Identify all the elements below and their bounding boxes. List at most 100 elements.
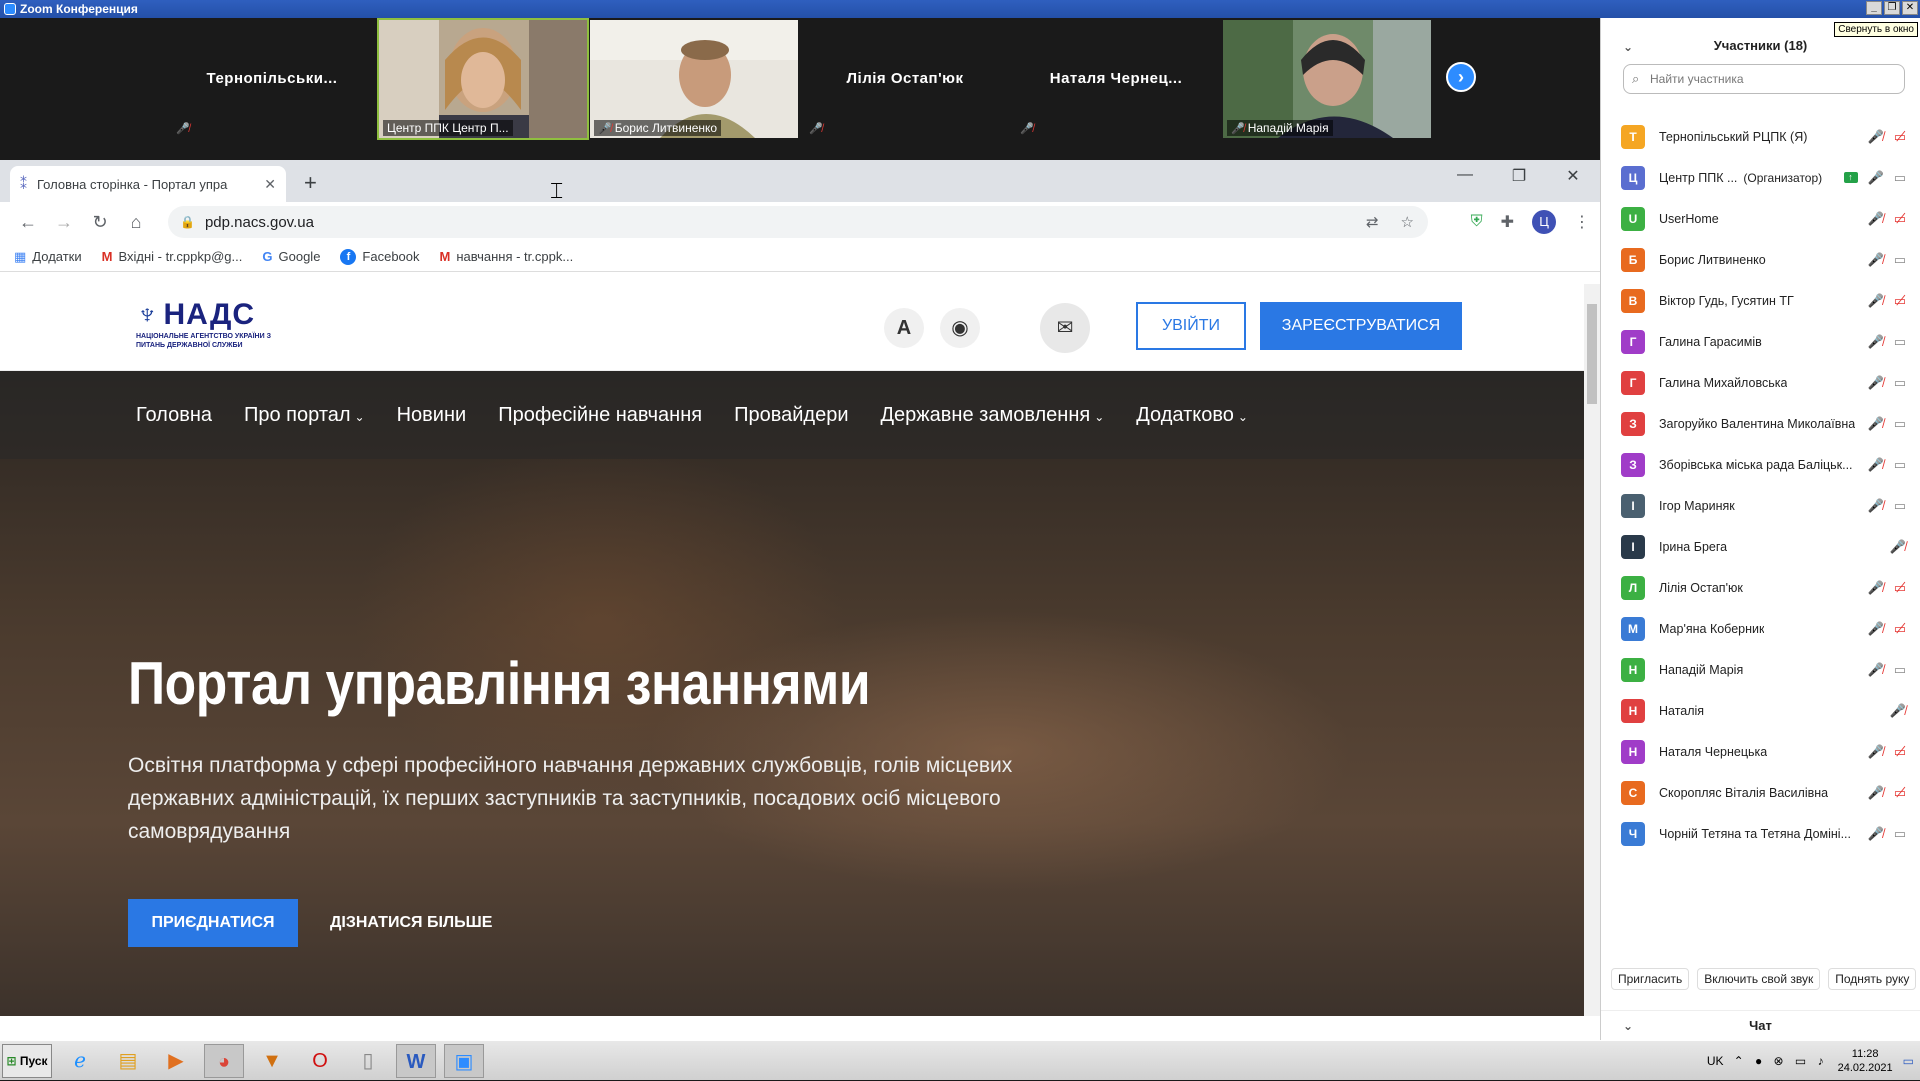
- word-icon[interactable]: W: [396, 1043, 436, 1078]
- bookmark-item[interactable]: f Facebook: [340, 248, 420, 265]
- zoom-icon[interactable]: ▣: [444, 1043, 484, 1078]
- participant-row[interactable]: З Загоруйко Валентина Миколаївна 🎤̸ ▭: [1601, 403, 1920, 444]
- camera-off-icon[interactable]: ▭̸: [1894, 293, 1906, 309]
- participant-row[interactable]: Т Тернопільський РЦПК (Я) 🎤̸ ▭̸: [1601, 116, 1920, 157]
- nav-item-additional[interactable]: Додатково ⌄: [1136, 404, 1248, 427]
- mic-off-icon[interactable]: 🎤̸: [1868, 416, 1884, 432]
- participant-row[interactable]: З Зборівська міська рада Баліцьк... 🎤̸ ▭: [1601, 444, 1920, 485]
- join-button[interactable]: ПРИЄДНАТИСЯ: [128, 899, 298, 947]
- font-size-icon[interactable]: A: [884, 308, 924, 348]
- start-button[interactable]: ⊞ Пуск: [2, 1043, 52, 1078]
- chat-header[interactable]: ⌄ Чат: [1601, 1010, 1920, 1040]
- video-tile[interactable]: Тернопільськи... 🎤̸: [168, 20, 376, 138]
- participant-row[interactable]: Ч Чорній Тетяна та Тетяна Доміні... 🎤̸ ▭: [1601, 813, 1920, 854]
- participant-row[interactable]: Н Нападій Марія 🎤̸ ▭: [1601, 649, 1920, 690]
- file-icon[interactable]: ▯: [348, 1044, 388, 1078]
- raise-hand-button[interactable]: Поднять руку: [1828, 968, 1917, 990]
- app-icon[interactable]: ▼: [252, 1044, 292, 1078]
- participant-row[interactable]: І Ірина Брега 🎤̸: [1601, 526, 1920, 567]
- mic-icon[interactable]: 🎤: [1868, 170, 1884, 186]
- mail-icon[interactable]: ✉: [1040, 303, 1090, 353]
- video-tile[interactable]: 🎤̸ Борис Литвиненко: [590, 20, 798, 138]
- unmute-self-button[interactable]: Включить свой звук: [1697, 968, 1821, 990]
- minimize-button[interactable]: —: [1438, 166, 1492, 186]
- camera-icon[interactable]: ▭: [1894, 457, 1906, 473]
- scrollbar-thumb[interactable]: [1587, 304, 1597, 404]
- mic-off-icon[interactable]: 🎤̸: [1890, 539, 1906, 555]
- mic-off-icon[interactable]: 🎤̸: [1868, 252, 1884, 268]
- video-tile[interactable]: Лілія Остап'юк 🎤̸: [801, 20, 1009, 138]
- back-icon[interactable]: ←: [10, 212, 46, 233]
- nav-item-about[interactable]: Про портал ⌄: [244, 404, 365, 427]
- participant-row[interactable]: Н Наталя Чернецька 🎤̸ ▭̸: [1601, 731, 1920, 772]
- camera-icon[interactable]: ▭: [1894, 416, 1906, 432]
- close-button[interactable]: ✕: [1902, 1, 1918, 15]
- eye-icon[interactable]: ◉: [940, 308, 980, 348]
- login-button[interactable]: УВІЙТИ: [1136, 302, 1246, 350]
- mic-off-icon[interactable]: 🎤̸: [1868, 826, 1884, 842]
- nav-item-training[interactable]: Професійне навчання: [498, 404, 702, 427]
- mic-off-icon[interactable]: 🎤̸: [1890, 703, 1906, 719]
- mic-off-icon[interactable]: 🎤̸: [1868, 457, 1884, 473]
- media-player-icon[interactable]: ▶: [156, 1044, 196, 1078]
- camera-off-icon[interactable]: ▭̸: [1894, 785, 1906, 801]
- explorer-icon[interactable]: ▤: [108, 1044, 148, 1078]
- nads-logo[interactable]: ♆ НАДС НАЦІОНАЛЬНЕ АГЕНТСТВО УКРАЇНИ З ПИ…: [136, 298, 296, 358]
- restore-button[interactable]: ❐: [1884, 1, 1900, 15]
- camera-icon[interactable]: ▭: [1894, 498, 1906, 514]
- new-tab-button[interactable]: +: [304, 170, 317, 196]
- learn-more-button[interactable]: ДІЗНАТИСЯ БІЛЬШЕ: [330, 899, 492, 947]
- profile-avatar[interactable]: Ц: [1532, 210, 1556, 234]
- participant-row[interactable]: Г Галина Гарасимів 🎤̸ ▭: [1601, 321, 1920, 362]
- close-button[interactable]: ✕: [1546, 166, 1600, 186]
- mic-off-icon[interactable]: 🎤̸: [1868, 293, 1884, 309]
- participant-row[interactable]: Г Галина Михайловська 🎤̸ ▭: [1601, 362, 1920, 403]
- participant-row[interactable]: Н Наталія 🎤̸: [1601, 690, 1920, 731]
- participant-row[interactable]: Ц Центр ППК ... (Организатор) ↑ 🎤 ▭: [1601, 157, 1920, 198]
- participant-row[interactable]: І Ігор Мариняк 🎤̸ ▭: [1601, 485, 1920, 526]
- nav-item-state-order[interactable]: Державне замовлення ⌄: [881, 404, 1105, 427]
- mic-off-icon[interactable]: 🎤̸: [1868, 621, 1884, 637]
- bookmark-item[interactable]: ▦ Додатки: [14, 249, 82, 265]
- shield-extension-icon[interactable]: ⛨: [1471, 213, 1483, 231]
- bookmark-star-icon[interactable]: ☆: [1401, 213, 1414, 231]
- menu-dots-icon[interactable]: ⋮: [1574, 212, 1590, 232]
- camera-icon[interactable]: ▭: [1894, 826, 1906, 842]
- participant-row[interactable]: С Скоропляс Віталія Василівна 🎤̸ ▭̸: [1601, 772, 1920, 813]
- camera-icon[interactable]: ▭: [1894, 252, 1906, 268]
- bookmark-item[interactable]: G Google: [262, 249, 320, 264]
- ie-icon[interactable]: ℯ: [60, 1044, 100, 1078]
- camera-off-icon[interactable]: ▭̸: [1894, 211, 1906, 227]
- page-scrollbar[interactable]: [1584, 284, 1600, 1016]
- video-tile[interactable]: Наталя Чернец... 🎤̸: [1012, 20, 1220, 138]
- camera-icon[interactable]: ▭: [1894, 375, 1906, 391]
- nav-item-providers[interactable]: Провайдери: [734, 404, 848, 427]
- minimize-button[interactable]: _: [1866, 1, 1882, 15]
- camera-off-icon[interactable]: ▭̸: [1894, 744, 1906, 760]
- participant-row[interactable]: В Віктор Гудь, Гусятин ТГ 🎤̸ ▭̸: [1601, 280, 1920, 321]
- chrome-icon[interactable]: ◕: [204, 1043, 244, 1078]
- participant-row[interactable]: Л Лілія Остап'юк 🎤̸ ▭̸: [1601, 567, 1920, 608]
- mic-off-icon[interactable]: 🎤̸: [1868, 211, 1884, 227]
- mic-off-icon[interactable]: 🎤̸: [1868, 662, 1884, 678]
- invite-button[interactable]: Пригласить: [1611, 968, 1690, 990]
- mic-off-icon[interactable]: 🎤̸: [1868, 580, 1884, 596]
- tray-icons[interactable]: ⌃ ● ⊗ ▭ ♪: [1734, 1054, 1828, 1068]
- video-tile[interactable]: 🎤̸ Нападій Марія: [1223, 20, 1431, 138]
- camera-icon[interactable]: ▭: [1894, 662, 1906, 678]
- clock[interactable]: 11:28 24.02.2021: [1838, 1047, 1893, 1075]
- opera-icon[interactable]: O: [300, 1044, 340, 1078]
- extensions-puzzle-icon[interactable]: ✚: [1501, 212, 1514, 232]
- language-indicator[interactable]: UK: [1707, 1054, 1724, 1068]
- address-bar[interactable]: 🔒 pdp.nacs.gov.ua ⇄ ☆: [168, 206, 1428, 238]
- home-icon[interactable]: ⌂: [118, 212, 154, 233]
- nav-item-home[interactable]: Головна: [136, 404, 212, 427]
- camera-off-icon[interactable]: ▭̸: [1894, 129, 1906, 145]
- mic-off-icon[interactable]: 🎤̸: [1868, 129, 1884, 145]
- participant-row[interactable]: Б Борис Литвиненко 🎤̸ ▭: [1601, 239, 1920, 280]
- participant-row[interactable]: М Мар'яна Коберник 🎤̸ ▭̸: [1601, 608, 1920, 649]
- bookmark-item[interactable]: Mнавчання - tr.cppk...: [440, 249, 574, 264]
- restore-button[interactable]: ❐: [1492, 166, 1546, 186]
- show-desktop-icon[interactable]: ▭: [1903, 1054, 1914, 1068]
- mic-off-icon[interactable]: 🎤̸: [1868, 744, 1884, 760]
